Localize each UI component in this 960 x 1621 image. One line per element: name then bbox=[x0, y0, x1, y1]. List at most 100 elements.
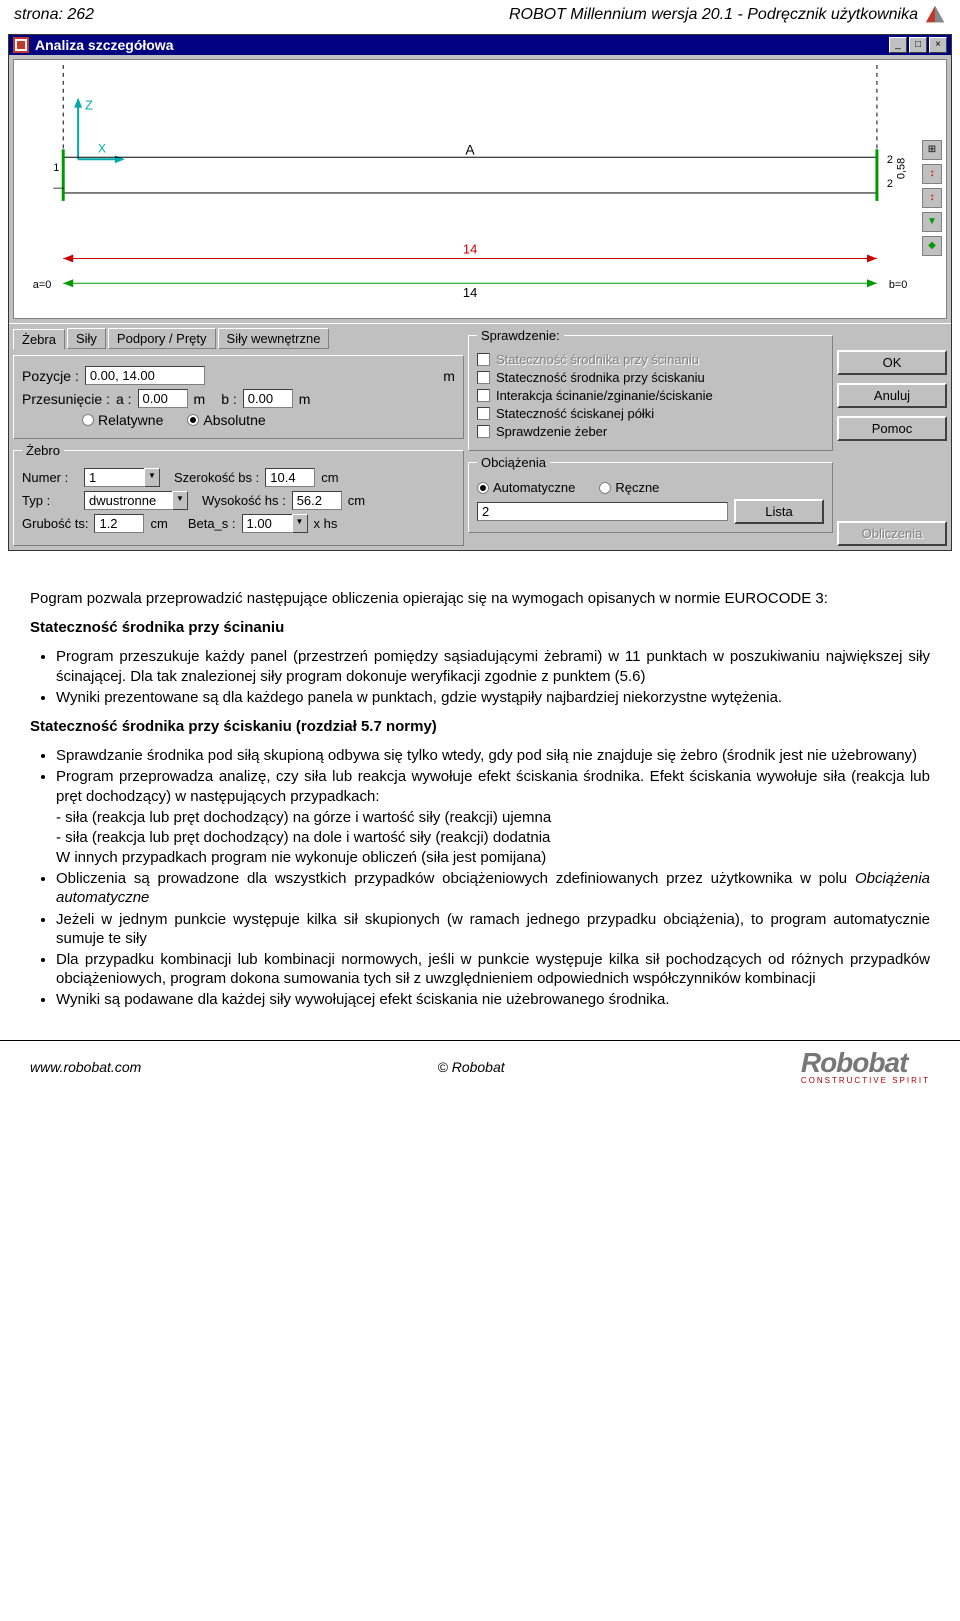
typ-label: Typ : bbox=[22, 493, 78, 508]
a-label: a=0 bbox=[33, 279, 52, 291]
footer-copyright: © Robobat bbox=[438, 1059, 505, 1075]
app-icon bbox=[13, 37, 29, 53]
checkbox-icon bbox=[477, 425, 490, 438]
numer-label: Numer : bbox=[22, 470, 78, 485]
maximize-button[interactable]: □ bbox=[909, 37, 927, 53]
radio-absolutne[interactable]: Absolutne bbox=[187, 412, 265, 428]
obciazenia-fieldset: Obciążenia Automatyczne Ręczne Lista bbox=[468, 455, 833, 533]
obciazenia-legend: Obciążenia bbox=[477, 455, 550, 470]
beta-input[interactable] bbox=[242, 514, 292, 533]
sprawdzenie-legend: Sprawdzenie: bbox=[477, 328, 564, 343]
ok-button[interactable]: OK bbox=[837, 350, 947, 375]
close-button[interactable]: × bbox=[929, 37, 947, 53]
a-input[interactable] bbox=[138, 389, 188, 408]
structural-viewport[interactable]: Z X A 1 — 2 2 0,58 14 a=0 b= bbox=[13, 59, 947, 319]
zebro-legend: Żebro bbox=[22, 443, 64, 458]
section2-list: Sprawdzanie środnika pod siłą skupioną o… bbox=[30, 746, 930, 1009]
left-num: 1 bbox=[53, 162, 59, 174]
tool-icon-1[interactable]: ⊞ bbox=[922, 140, 942, 160]
a-label: a : bbox=[116, 391, 132, 407]
radio-reczne[interactable]: Ręczne bbox=[599, 480, 659, 495]
check-interakcja[interactable]: Interakcja ścinanie/zginanie/ściskanie bbox=[477, 388, 824, 403]
footer-url: www.robobat.com bbox=[30, 1059, 141, 1075]
checkbox-icon bbox=[477, 407, 490, 420]
minimize-button[interactable]: _ bbox=[889, 37, 907, 53]
pomoc-button[interactable]: Pomoc bbox=[837, 416, 947, 441]
list-item: Program przeszukuje każdy panel (przestr… bbox=[56, 647, 930, 685]
list-item: Dla przypadku kombinacji lub kombinacji … bbox=[56, 950, 930, 988]
szer-label: Szerokość bs : bbox=[174, 470, 259, 485]
unit-m2: m bbox=[194, 391, 206, 407]
app-window: Analiza szczegółowa _ □ × Z X A 1 bbox=[8, 34, 952, 551]
tool-icon-5[interactable]: ◆ bbox=[922, 236, 942, 256]
brand-name: Robobat bbox=[801, 1049, 908, 1077]
check-scinaniu[interactable]: Stateczność środnika przy ścinaniu bbox=[477, 352, 824, 367]
dim-top: 14 bbox=[463, 242, 477, 257]
section2-title: Stateczność środnika przy ściskaniu (roz… bbox=[30, 717, 930, 736]
list-item: Jeżeli w jednym punkcie występuje kilka … bbox=[56, 910, 930, 948]
titlebar: Analiza szczegółowa _ □ × bbox=[9, 35, 951, 55]
check-sciskaniu[interactable]: Stateczność środnika przy ściskaniu bbox=[477, 370, 824, 385]
wys-input[interactable] bbox=[292, 491, 342, 510]
side-icons: ⊞ ↕ ↕ ▼ ◆ bbox=[922, 140, 942, 256]
list-item: Program przeprowadza analizę, czy siła l… bbox=[56, 767, 930, 867]
page-footer: www.robobat.com © Robobat Robobat CONSTR… bbox=[0, 1040, 960, 1091]
svg-text:—: — bbox=[53, 182, 64, 194]
tool-icon-3[interactable]: ↕ bbox=[922, 188, 942, 208]
axis-z-label: Z bbox=[85, 98, 93, 113]
sublist-item: - siła (reakcja lub pręt dochodzący) na … bbox=[56, 808, 930, 827]
checkbox-icon bbox=[477, 371, 490, 384]
b-input[interactable] bbox=[243, 389, 293, 408]
check-polki[interactable]: Stateczność ściskanej półki bbox=[477, 406, 824, 421]
wys-label: Wysokość hs : bbox=[202, 493, 286, 508]
page-number: strona: 262 bbox=[14, 6, 94, 24]
radio-icon bbox=[477, 482, 489, 494]
axis-x-label: X bbox=[98, 141, 106, 155]
obciazenia-input[interactable] bbox=[477, 502, 728, 521]
unit-m1: m bbox=[443, 368, 455, 384]
grub-input[interactable] bbox=[94, 514, 144, 533]
chevron-down-icon[interactable]: ▼ bbox=[172, 491, 188, 510]
grub-unit: cm bbox=[150, 516, 167, 531]
obliczenia-button[interactable]: Obliczenia bbox=[837, 521, 947, 546]
chevron-down-icon[interactable]: ▼ bbox=[144, 468, 160, 487]
chevron-down-icon[interactable]: ▼ bbox=[292, 514, 308, 533]
tool-icon-4[interactable]: ▼ bbox=[922, 212, 942, 232]
dim-bottom: 14 bbox=[463, 285, 477, 300]
sprawdzenie-fieldset: Sprawdzenie: Stateczność środnika przy ś… bbox=[468, 328, 833, 451]
tab-sily-wewn[interactable]: Siły wewnętrzne bbox=[218, 328, 330, 349]
radio-icon bbox=[599, 482, 611, 494]
member-label: A bbox=[465, 141, 475, 157]
tool-icon-2[interactable]: ↕ bbox=[922, 164, 942, 184]
tab-sily[interactable]: Siły bbox=[67, 328, 106, 349]
szer-unit: cm bbox=[321, 470, 338, 485]
lista-button[interactable]: Lista bbox=[734, 499, 824, 524]
right-num2: 2 bbox=[887, 178, 893, 190]
checkbox-icon bbox=[477, 353, 490, 366]
grub-label: Grubość ts: bbox=[22, 516, 88, 531]
przesuniecie-label: Przesunięcie : bbox=[22, 391, 110, 407]
window-title: Analiza szczegółowa bbox=[35, 37, 173, 53]
dialog-panel: Żebra Siły Podpory / Pręty Siły wewnętrz… bbox=[9, 323, 951, 550]
tab-podpory[interactable]: Podpory / Pręty bbox=[108, 328, 216, 349]
list-item-text: Program przeprowadza analizę, czy siła l… bbox=[56, 768, 930, 804]
page-header: strona: 262 ROBOT Millennium wersja 20.1… bbox=[0, 0, 960, 30]
radio-automatyczne[interactable]: Automatyczne bbox=[477, 480, 575, 495]
typ-select[interactable] bbox=[84, 491, 172, 510]
sublist-item: - siła (reakcja lub pręt dochodzący) na … bbox=[56, 828, 930, 847]
footer-logo: Robobat CONSTRUCTIVE SPIRIT bbox=[801, 1049, 930, 1085]
document-body: Pogram pozwala przeprowadzić następujące… bbox=[0, 569, 960, 1040]
radio-icon bbox=[187, 414, 199, 426]
radio-relatywne[interactable]: Relatywne bbox=[82, 412, 163, 428]
b-label: b=0 bbox=[889, 279, 908, 291]
anuluj-button[interactable]: Anuluj bbox=[837, 383, 947, 408]
section1-list: Program przeszukuje każdy panel (przestr… bbox=[30, 647, 930, 707]
szer-input[interactable] bbox=[265, 468, 315, 487]
pozycje-input[interactable] bbox=[85, 366, 205, 385]
list-item: Wyniki są podawane dla każdej siły wywoł… bbox=[56, 990, 930, 1009]
check-zeber[interactable]: Sprawdzenie żeber bbox=[477, 424, 824, 439]
page-title: ROBOT Millennium wersja 20.1 - Podręczni… bbox=[509, 6, 918, 24]
wys-unit: cm bbox=[348, 493, 365, 508]
tab-zebra[interactable]: Żebra bbox=[13, 329, 65, 350]
numer-input[interactable] bbox=[84, 468, 144, 487]
